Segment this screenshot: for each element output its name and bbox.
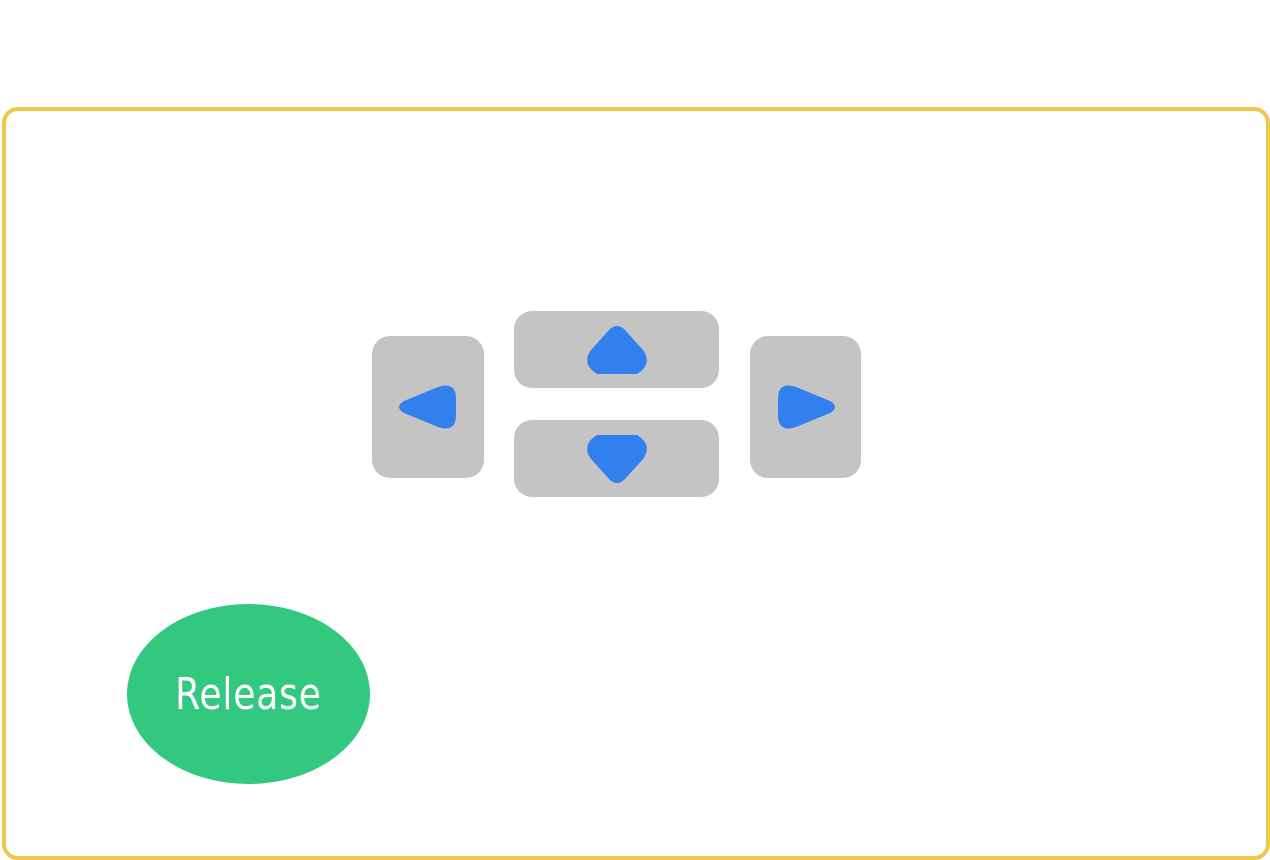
triangle-down-icon [585, 433, 649, 485]
move-down-button[interactable] [514, 420, 719, 497]
release-button[interactable]: Release [127, 604, 370, 784]
move-right-button[interactable] [750, 336, 861, 478]
triangle-up-icon [585, 324, 649, 376]
release-button-label: Release [175, 668, 322, 720]
triangle-right-icon [776, 379, 836, 435]
move-left-button[interactable] [372, 336, 484, 478]
triangle-left-icon [398, 379, 458, 435]
move-up-button[interactable] [514, 311, 719, 388]
game-screen: Release [0, 0, 1270, 860]
